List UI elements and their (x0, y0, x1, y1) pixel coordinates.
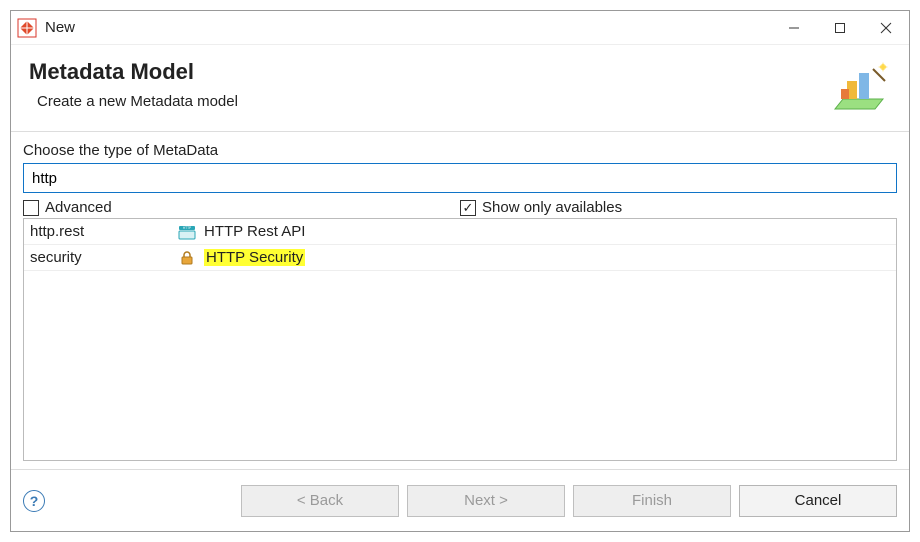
options-row: Advanced Show only availables (23, 199, 897, 216)
show-only-label: Show only availables (482, 199, 622, 216)
finish-button[interactable]: Finish (573, 485, 731, 517)
app-icon (17, 18, 37, 38)
list-item-label: HTTP Security (204, 249, 890, 266)
list-item[interactable]: security HTTP Security (24, 245, 896, 271)
next-button[interactable]: Next > (407, 485, 565, 517)
cancel-button[interactable]: Cancel (739, 485, 897, 517)
footer: ? < Back Next > Finish Cancel (11, 469, 909, 531)
advanced-checkbox[interactable] (23, 200, 39, 216)
wizard-icon (827, 59, 891, 119)
page-title: Metadata Model (29, 59, 827, 85)
lock-icon (170, 250, 204, 266)
window-title: New (45, 19, 75, 36)
maximize-button[interactable] (817, 12, 863, 44)
http-icon: HTTP (170, 224, 204, 240)
svg-text:HTTP: HTTP (183, 226, 191, 230)
advanced-label: Advanced (45, 199, 112, 216)
minimize-button[interactable] (771, 12, 817, 44)
filter-input[interactable] (23, 163, 897, 193)
close-button[interactable] (863, 12, 909, 44)
page-subtitle: Create a new Metadata model (37, 93, 827, 110)
titlebar: New (11, 11, 909, 45)
header: Metadata Model Create a new Metadata mod… (11, 45, 909, 132)
list-item-label: HTTP Rest API (204, 223, 890, 240)
body: Choose the type of MetaData Advanced Sho… (11, 132, 909, 469)
metadata-type-list[interactable]: http.rest HTTP HTTP Rest API security HTTP S… (23, 218, 897, 461)
choose-label: Choose the type of MetaData (23, 142, 897, 159)
list-item-id: security (30, 249, 170, 266)
list-item-id: http.rest (30, 223, 170, 240)
help-icon[interactable]: ? (23, 490, 45, 512)
list-item[interactable]: http.rest HTTP HTTP Rest API (24, 219, 896, 245)
show-only-checkbox[interactable] (460, 200, 476, 216)
back-button[interactable]: < Back (241, 485, 399, 517)
dialog: New Metadata Model Create a new Metadata… (10, 10, 910, 532)
